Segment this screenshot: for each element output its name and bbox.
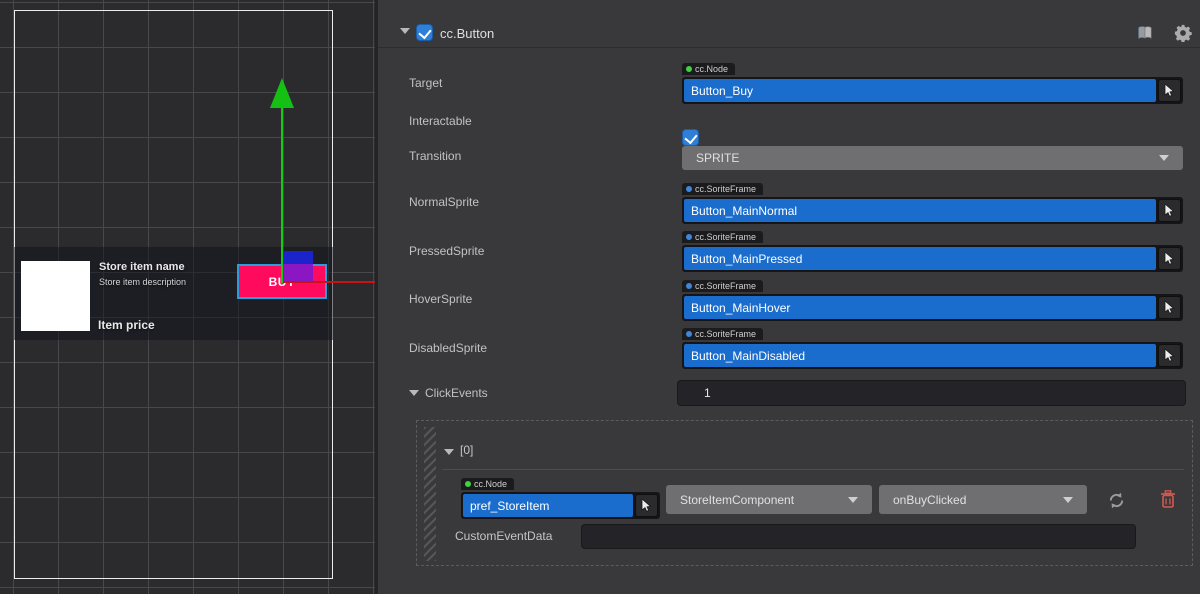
event0-refresh-button[interactable] (1103, 489, 1129, 511)
event0-node-type-tag: cc.Node (461, 478, 514, 490)
chevron-down-icon (848, 497, 858, 503)
target-type-tag-label: cc.Node (695, 64, 728, 74)
event0-node-group: cc.Node pref_StoreItem (461, 474, 660, 519)
event0-divider (442, 469, 1184, 470)
normal-sprite-label: NormalSprite (409, 195, 479, 209)
event0-node-picker-button[interactable] (635, 494, 658, 517)
pressed-sprite-picker-button[interactable] (1158, 247, 1181, 270)
disabled-sprite-tag-label: cc.SoriteFrame (695, 329, 756, 339)
hover-sprite-group: cc.SoriteFrame Button_MainHover (682, 276, 1183, 321)
click-events-collapse-icon[interactable] (409, 390, 419, 396)
pressed-sprite-group: cc.SoriteFrame Button_MainPressed (682, 227, 1183, 272)
hover-sprite-tag-label: cc.SoriteFrame (695, 281, 756, 291)
node-type-dot-icon (465, 481, 471, 487)
target-field[interactable]: Button_Buy (682, 77, 1183, 104)
component-title: cc.Button (440, 26, 494, 41)
target-field-group: cc.Node Button_Buy (682, 59, 1183, 104)
cursor-picker-icon (1164, 301, 1175, 314)
click-events-label: ClickEvents (425, 386, 488, 400)
store-item-description-label: Store item description (99, 277, 186, 287)
gizmo-x-axis-line[interactable] (283, 281, 375, 283)
event0-node-field[interactable]: pref_StoreItem (461, 492, 660, 519)
gizmo-plane-top (283, 251, 313, 264)
store-item-price-label: Item price (98, 318, 155, 332)
pressed-sprite-type-tag: cc.SoriteFrame (682, 231, 763, 243)
custom-event-data-input[interactable] (581, 524, 1136, 549)
transition-value: SPRITE (696, 151, 739, 165)
gizmo-plane-handle[interactable] (283, 251, 313, 283)
hover-sprite-label: HoverSprite (409, 292, 472, 306)
scene-view[interactable]: Store item name Store item description I… (0, 0, 375, 594)
event0-collapse-icon[interactable] (444, 449, 454, 455)
click-events-count-input[interactable]: 1 (677, 380, 1186, 406)
target-picker-button[interactable] (1158, 79, 1181, 102)
cursor-picker-icon (1164, 349, 1175, 362)
inspector-panel: cc.Button Target Interactable Transition… (375, 0, 1200, 594)
cursor-picker-icon (1164, 252, 1175, 265)
hover-sprite-field[interactable]: Button_MainHover (682, 294, 1183, 321)
hover-sprite-type-tag: cc.SoriteFrame (682, 280, 763, 292)
target-type-tag: cc.Node (682, 63, 735, 75)
component-collapse-icon[interactable] (400, 28, 410, 34)
pressed-sprite-label: PressedSprite (409, 244, 484, 258)
cursor-picker-icon (1164, 204, 1175, 217)
component-enabled-checkbox[interactable] (416, 24, 433, 41)
pressed-sprite-field[interactable]: Button_MainPressed (682, 245, 1183, 272)
interactable-label: Interactable (409, 114, 472, 128)
event0-component-value: StoreItemComponent (680, 493, 794, 507)
disabled-sprite-picker-button[interactable] (1158, 344, 1181, 367)
array-drag-handle[interactable] (424, 427, 436, 561)
normal-sprite-value[interactable]: Button_MainNormal (684, 199, 1156, 222)
event0-node-value[interactable]: pref_StoreItem (463, 494, 633, 517)
hover-sprite-value[interactable]: Button_MainHover (684, 296, 1156, 319)
event0-index-label: [0] (460, 443, 473, 457)
normal-sprite-group: cc.SoriteFrame Button_MainNormal (682, 179, 1183, 224)
click-events-array-box: [0] cc.Node pref_StoreItem StoreItemComp… (416, 420, 1193, 566)
spriteframe-type-dot-icon (686, 283, 692, 289)
hover-sprite-picker-button[interactable] (1158, 296, 1181, 319)
normal-sprite-type-tag: cc.SoriteFrame (682, 183, 763, 195)
help-book-icon[interactable] (1135, 24, 1155, 42)
disabled-sprite-field[interactable]: Button_MainDisabled (682, 342, 1183, 369)
transition-label: Transition (409, 149, 461, 163)
pressed-sprite-value[interactable]: Button_MainPressed (684, 247, 1156, 270)
chevron-down-icon (1063, 497, 1073, 503)
refresh-icon (1107, 492, 1126, 509)
cursor-picker-icon (641, 499, 652, 512)
target-label: Target (409, 76, 442, 90)
custom-event-data-label: CustomEventData (455, 529, 552, 543)
target-value[interactable]: Button_Buy (684, 79, 1156, 102)
event0-delete-button[interactable] (1157, 487, 1179, 511)
store-item-thumbnail (21, 261, 90, 331)
spriteframe-type-dot-icon (686, 186, 692, 192)
normal-sprite-tag-label: cc.SoriteFrame (695, 184, 756, 194)
store-item-name-label: Store item name (99, 261, 185, 273)
trash-icon (1160, 490, 1176, 509)
event0-node-tag-label: cc.Node (474, 479, 507, 489)
event0-handler-value: onBuyClicked (893, 493, 966, 507)
spriteframe-type-dot-icon (686, 331, 692, 337)
disabled-sprite-value[interactable]: Button_MainDisabled (684, 344, 1156, 367)
chevron-down-icon (1159, 155, 1169, 161)
click-events-count-value: 1 (704, 386, 711, 400)
interactable-checkbox[interactable] (682, 129, 699, 146)
pressed-sprite-tag-label: cc.SoriteFrame (695, 232, 756, 242)
normal-sprite-field[interactable]: Button_MainNormal (682, 197, 1183, 224)
node-type-dot-icon (686, 66, 692, 72)
disabled-sprite-group: cc.SoriteFrame Button_MainDisabled (682, 324, 1183, 369)
gizmo-y-axis-arrow-icon[interactable] (270, 78, 294, 108)
transition-dropdown[interactable]: SPRITE (682, 146, 1183, 170)
event0-handler-dropdown[interactable]: onBuyClicked (879, 485, 1087, 514)
disabled-sprite-type-tag: cc.SoriteFrame (682, 328, 763, 340)
spriteframe-type-dot-icon (686, 234, 692, 240)
event0-component-dropdown[interactable]: StoreItemComponent (666, 485, 872, 514)
normal-sprite-picker-button[interactable] (1158, 199, 1181, 222)
cursor-picker-icon (1164, 84, 1175, 97)
disabled-sprite-label: DisabledSprite (409, 341, 487, 355)
gizmo-y-axis-line[interactable] (281, 108, 283, 283)
header-divider (378, 47, 1200, 48)
gear-icon[interactable] (1173, 23, 1193, 43)
